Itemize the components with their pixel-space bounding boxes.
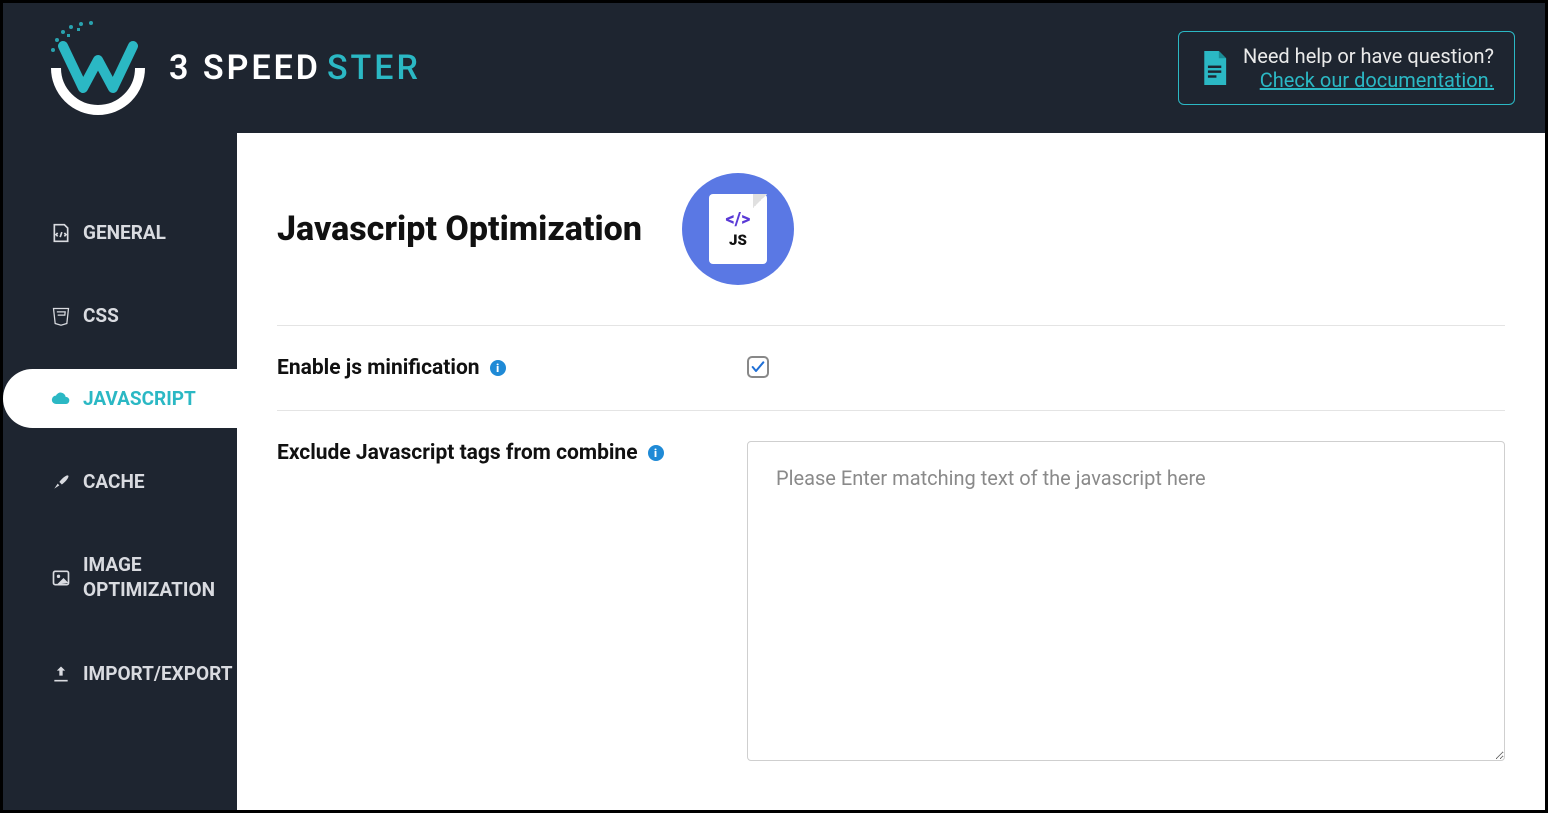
- setting-label: Exclude Javascript tags from combine i: [277, 441, 664, 465]
- sidebar-item-label: JAVASCRIPT: [83, 387, 196, 410]
- sidebar-item-general[interactable]: GENERAL: [3, 203, 237, 262]
- js-file-icon: </> JS: [709, 194, 767, 264]
- sidebar-item-label: GENERAL: [83, 221, 166, 244]
- sidebar-item-label: IMPORT/EXPORT: [83, 662, 232, 685]
- brush-icon: [51, 472, 71, 492]
- brand-text-1: 3 SPEED: [169, 48, 321, 88]
- brand-logo: 3 SPEEDSTER: [33, 18, 421, 118]
- code-file-icon: [51, 223, 71, 243]
- help-box: Need help or have question? Check our do…: [1178, 31, 1515, 105]
- upload-icon: [51, 664, 71, 684]
- page-icon: </> JS: [682, 173, 794, 285]
- documentation-link[interactable]: Check our documentation.: [1260, 68, 1494, 92]
- setting-label: Enable js minification i: [277, 356, 506, 380]
- check-icon: [750, 359, 766, 375]
- page-title: Javascript Optimization: [277, 209, 642, 249]
- main-content: Javascript Optimization </> JS Enable js…: [237, 133, 1545, 810]
- sidebar-item-javascript[interactable]: JAVASCRIPT: [3, 369, 237, 428]
- enable-minification-checkbox[interactable]: [747, 356, 769, 378]
- setting-enable-minification: Enable js minification i: [277, 326, 1505, 411]
- setting-exclude-js: Exclude Javascript tags from combine i: [277, 411, 1505, 795]
- sidebar-item-label: CACHE: [83, 470, 145, 493]
- sidebar-item-image-optimization[interactable]: IMAGE OPTIMIZATION: [3, 535, 237, 620]
- brand-text-2: STER: [327, 48, 421, 88]
- page-heading: Javascript Optimization </> JS: [277, 173, 1505, 326]
- sidebar-item-css[interactable]: CSS: [3, 286, 237, 345]
- sidebar: GENERAL CSS JAVASCRIPT CACHE IMAGE OPTIM…: [3, 133, 237, 810]
- sidebar-item-cache[interactable]: CACHE: [3, 452, 237, 511]
- sidebar-item-label: IMAGE OPTIMIZATION: [83, 553, 215, 602]
- info-icon[interactable]: i: [490, 360, 506, 376]
- header: 3 SPEEDSTER Need help or have question? …: [3, 3, 1545, 133]
- sidebar-item-import-export[interactable]: IMPORT/EXPORT: [3, 644, 237, 703]
- cloud-icon: [51, 389, 71, 409]
- document-icon: [1199, 51, 1229, 85]
- sidebar-item-label: CSS: [83, 304, 119, 327]
- logo-icon: [33, 18, 163, 118]
- exclude-js-textarea[interactable]: [747, 441, 1505, 761]
- css-icon: [51, 306, 71, 326]
- help-question-text: Need help or have question?: [1243, 44, 1494, 68]
- image-icon: [51, 568, 71, 588]
- info-icon[interactable]: i: [648, 445, 664, 461]
